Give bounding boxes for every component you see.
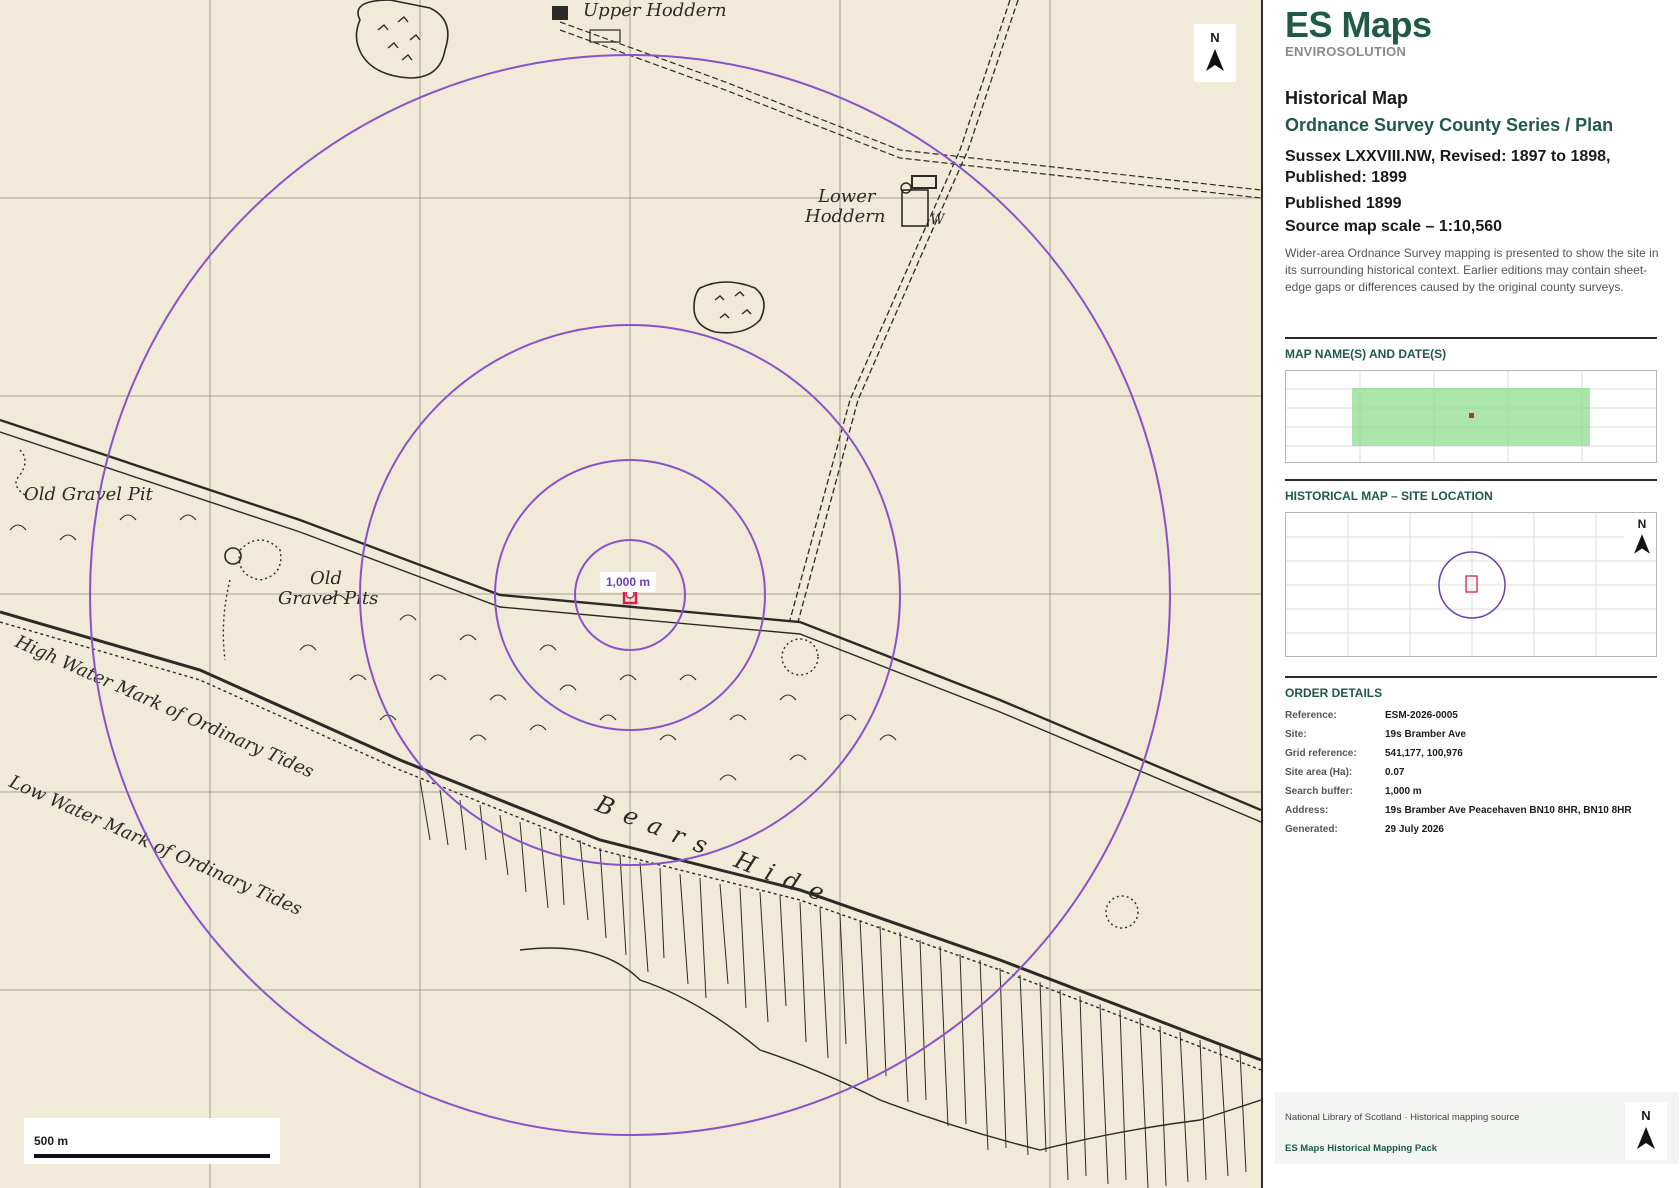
section-divider (1285, 479, 1657, 481)
published-year: Published 1899 (1285, 195, 1402, 212)
site-location-graphic (1286, 513, 1656, 656)
cliff-hachures (419, 779, 1261, 1188)
map-north-arrow: N (1194, 24, 1236, 82)
north-label: N (1210, 30, 1220, 45)
label-high-water-mark: High Water Mark of Ordinary Tides (11, 631, 317, 783)
copse-middle (693, 281, 765, 334)
map-scale-bar: 500 m (24, 1118, 280, 1164)
order-reference-value: ESM-2026-0005 (1385, 710, 1458, 721)
track-north-south (789, 0, 1011, 621)
footer-north-label: N (1641, 1108, 1651, 1123)
order-grid-value: 541,177, 100,976 (1385, 748, 1463, 759)
label-old-gravel-pits-1: Old (310, 568, 342, 589)
order-address-label: Address: (1285, 805, 1329, 816)
historical-map-heading: Historical Map (1285, 88, 1409, 108)
order-address-value: 19s Bramber Ave Peacehaven BN10 8HR, BN1… (1385, 805, 1632, 816)
source-map-scale: Source map scale – 1:10,560 (1285, 218, 1503, 235)
report-footer: National Library of Scotland · Historica… (1275, 1092, 1679, 1164)
track-east-west (559, 21, 1261, 191)
order-buffer-value: 1,000 m (1385, 786, 1422, 797)
site-location-map[interactable]: N (1285, 512, 1657, 657)
historical-map-description: Wider-area Ordnance Survey mapping is pr… (1285, 246, 1659, 294)
section-site-location-title: HISTORICAL MAP – SITE LOCATION (1285, 489, 1493, 503)
order-site-label: Site: (1285, 729, 1307, 740)
brand-subtitle: ENVIROSOLUTION (1285, 44, 1407, 59)
label-old-gravel-pit: Old Gravel Pit (24, 484, 154, 505)
site-location-north: N (1630, 517, 1654, 554)
historical-map-drawing: Upper Hoddern Lower Hoddern W Old Gravel… (0, 0, 1261, 1188)
order-generated-value: 29 July 2026 (1385, 824, 1444, 835)
coverage-index-graphic (1286, 371, 1656, 462)
scale-label: 500 m (34, 1134, 69, 1148)
buffer-distance-label: 1,000 m (600, 572, 657, 592)
label-old-gravel-pits-2: Gravel Pits (278, 588, 378, 609)
site-location-north-label: N (1637, 517, 1647, 531)
order-buffer-label: Search buffer: (1285, 786, 1353, 797)
label-upper-hoddern: Upper Hoddern (583, 0, 727, 21)
historical-map-canvas[interactable]: Upper Hoddern Lower Hoddern W Old Gravel… (0, 0, 1261, 1188)
order-grid-label: Grid reference: (1285, 748, 1357, 759)
rough-grass-symbols (9, 514, 897, 781)
map-coverage-index[interactable] (1285, 370, 1657, 463)
section-order-details-title: ORDER DETAILS (1285, 686, 1383, 700)
section-divider (1285, 337, 1657, 339)
scale-bar-line (34, 1154, 270, 1158)
order-site-value: 19s Bramber Ave (1385, 729, 1466, 740)
order-area-label: Site area (Ha): (1285, 767, 1353, 778)
footer-pack-name: ES Maps Historical Mapping Pack (1285, 1143, 1438, 1154)
label-low-water-mark: Low Water Mark of Ordinary Tides (5, 771, 305, 920)
map-report: Upper Hoddern Lower Hoddern W Old Gravel… (0, 0, 1680, 1188)
north-arrow-icon (1637, 1127, 1655, 1149)
map-sheet-details: Sussex LXXVIII.NW, Revised: 1897 to 1898… (1285, 148, 1611, 186)
section-map-names-title: MAP NAME(S) AND DATE(S) (1285, 347, 1447, 361)
high-water-mark-line (0, 610, 1261, 1062)
coast-road (0, 418, 1261, 812)
order-reference-label: Reference: (1285, 710, 1337, 721)
order-area-value: 0.07 (1385, 767, 1405, 778)
order-generated-label: Generated: (1285, 824, 1338, 835)
copse-north (355, 0, 449, 79)
footer-source: National Library of Scotland · Historica… (1285, 1112, 1520, 1123)
label-lower-hoddern-1: Lower (817, 186, 877, 207)
section-divider (1285, 676, 1657, 678)
north-arrow-icon (1206, 49, 1224, 71)
coverage-site-point (1469, 413, 1474, 418)
report-side-panel: ES Maps ENVIROSOLUTION Historical Map Or… (1261, 0, 1680, 1188)
map-series-title: Ordnance Survey County Series / Plan (1285, 115, 1614, 135)
brand-title: ES Maps (1285, 4, 1432, 45)
footer-north-arrow: N (1625, 1102, 1667, 1160)
label-well: W (930, 212, 946, 228)
north-arrow-icon (1634, 534, 1650, 554)
label-lower-hoddern-2: Hoddern (804, 206, 885, 227)
